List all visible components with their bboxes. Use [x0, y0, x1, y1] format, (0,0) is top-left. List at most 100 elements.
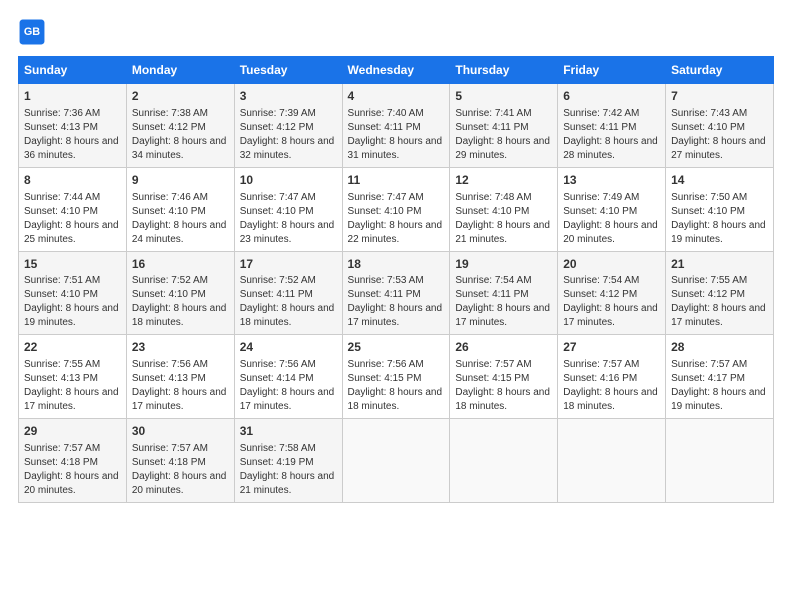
col-header-friday: Friday	[558, 57, 666, 84]
col-header-thursday: Thursday	[450, 57, 558, 84]
daylight: Daylight: 8 hours and 20 minutes.	[132, 471, 227, 496]
day-cell: 4Sunrise: 7:40 AMSunset: 4:11 PMDaylight…	[342, 84, 450, 168]
sunset: Sunset: 4:10 PM	[455, 206, 529, 217]
sunrise: Sunrise: 7:49 AM	[563, 192, 639, 203]
day-number: 9	[132, 172, 229, 189]
day-number: 10	[240, 172, 337, 189]
sunset: Sunset: 4:11 PM	[348, 122, 421, 133]
sunset: Sunset: 4:19 PM	[240, 457, 314, 468]
sunset: Sunset: 4:10 PM	[132, 289, 206, 300]
sunrise: Sunrise: 7:42 AM	[563, 108, 639, 119]
sunset: Sunset: 4:10 PM	[563, 206, 637, 217]
daylight: Daylight: 8 hours and 27 minutes.	[671, 136, 766, 161]
sunrise: Sunrise: 7:57 AM	[671, 359, 747, 370]
day-number: 15	[24, 256, 121, 273]
daylight: Daylight: 8 hours and 34 minutes.	[132, 136, 227, 161]
day-cell	[450, 419, 558, 503]
svg-text:GB: GB	[24, 26, 40, 38]
sunset: Sunset: 4:11 PM	[455, 122, 528, 133]
day-number: 1	[24, 88, 121, 105]
sunset: Sunset: 4:10 PM	[24, 206, 98, 217]
day-cell: 30Sunrise: 7:57 AMSunset: 4:18 PMDayligh…	[126, 419, 234, 503]
day-number: 20	[563, 256, 660, 273]
day-cell: 13Sunrise: 7:49 AMSunset: 4:10 PMDayligh…	[558, 167, 666, 251]
sunset: Sunset: 4:10 PM	[132, 206, 206, 217]
day-cell: 26Sunrise: 7:57 AMSunset: 4:15 PMDayligh…	[450, 335, 558, 419]
sunrise: Sunrise: 7:38 AM	[132, 108, 208, 119]
sunrise: Sunrise: 7:58 AM	[240, 443, 316, 454]
day-number: 17	[240, 256, 337, 273]
col-header-monday: Monday	[126, 57, 234, 84]
day-number: 13	[563, 172, 660, 189]
sunrise: Sunrise: 7:57 AM	[132, 443, 208, 454]
day-cell: 24Sunrise: 7:56 AMSunset: 4:14 PMDayligh…	[234, 335, 342, 419]
sunset: Sunset: 4:11 PM	[240, 289, 313, 300]
col-header-tuesday: Tuesday	[234, 57, 342, 84]
sunset: Sunset: 4:11 PM	[455, 289, 528, 300]
day-cell: 6Sunrise: 7:42 AMSunset: 4:11 PMDaylight…	[558, 84, 666, 168]
day-cell: 25Sunrise: 7:56 AMSunset: 4:15 PMDayligh…	[342, 335, 450, 419]
daylight: Daylight: 8 hours and 36 minutes.	[24, 136, 119, 161]
sunrise: Sunrise: 7:41 AM	[455, 108, 531, 119]
sunrise: Sunrise: 7:50 AM	[671, 192, 747, 203]
sunset: Sunset: 4:10 PM	[348, 206, 422, 217]
daylight: Daylight: 8 hours and 22 minutes.	[348, 220, 443, 245]
day-cell: 1Sunrise: 7:36 AMSunset: 4:13 PMDaylight…	[19, 84, 127, 168]
sunrise: Sunrise: 7:39 AM	[240, 108, 316, 119]
day-number: 25	[348, 339, 445, 356]
day-cell: 18Sunrise: 7:53 AMSunset: 4:11 PMDayligh…	[342, 251, 450, 335]
col-header-saturday: Saturday	[666, 57, 774, 84]
day-number: 29	[24, 423, 121, 440]
day-number: 2	[132, 88, 229, 105]
sunrise: Sunrise: 7:54 AM	[455, 275, 531, 286]
week-row-3: 15 Sunrise: 7:51 AM Sunset: 4:10 PM Dayligh…	[19, 251, 774, 335]
day-number: 24	[240, 339, 337, 356]
sunrise: Sunrise: 7:40 AM	[348, 108, 424, 119]
day-cell: 23Sunrise: 7:56 AMSunset: 4:13 PMDayligh…	[126, 335, 234, 419]
sunrise: Sunrise: 7:43 AM	[671, 108, 747, 119]
sunrise: Sunrise: 7:53 AM	[348, 275, 424, 286]
sunrise: Sunrise: 7:46 AM	[132, 192, 208, 203]
sunset: Sunset: 4:18 PM	[24, 457, 98, 468]
sunset: Sunset: 4:10 PM	[24, 289, 98, 300]
daylight: Daylight: 8 hours and 28 minutes.	[563, 136, 658, 161]
day-number: 26	[455, 339, 552, 356]
col-header-sunday: Sunday	[19, 57, 127, 84]
daylight: Daylight: 8 hours and 17 minutes.	[240, 387, 335, 412]
week-row-5: 29 Sunrise: 7:57 AM Sunset: 4:18 PM Dayligh…	[19, 419, 774, 503]
daylight: Daylight: 8 hours and 21 minutes.	[240, 471, 335, 496]
sunset: Sunset: 4:12 PM	[671, 289, 745, 300]
daylight: Daylight: 8 hours and 17 minutes.	[563, 303, 658, 328]
day-number: 12	[455, 172, 552, 189]
sunset: Sunset: 4:13 PM	[24, 373, 98, 384]
day-number: 7	[671, 88, 768, 105]
day-cell: 3Sunrise: 7:39 AMSunset: 4:12 PMDaylight…	[234, 84, 342, 168]
sunrise: Sunrise: 7:56 AM	[348, 359, 424, 370]
week-row-2: 8Sunrise: 7:44 AMSunset: 4:10 PMDaylight…	[19, 167, 774, 251]
sunrise: Sunrise: 7:56 AM	[240, 359, 316, 370]
day-cell: 14Sunrise: 7:50 AMSunset: 4:10 PMDayligh…	[666, 167, 774, 251]
day-number: 5	[455, 88, 552, 105]
daylight: Daylight: 8 hours and 18 minutes.	[348, 387, 443, 412]
sunset: Sunset: 4:17 PM	[671, 373, 745, 384]
sunrise: Sunrise: 7:47 AM	[240, 192, 316, 203]
day-number: 19	[455, 256, 552, 273]
sunset: Sunset: 4:12 PM	[563, 289, 637, 300]
sunrise: Sunrise: 7:57 AM	[563, 359, 639, 370]
day-cell	[558, 419, 666, 503]
day-cell: 2Sunrise: 7:38 AMSunset: 4:12 PMDaylight…	[126, 84, 234, 168]
day-number: 4	[348, 88, 445, 105]
day-cell: 7Sunrise: 7:43 AMSunset: 4:10 PMDaylight…	[666, 84, 774, 168]
sunset: Sunset: 4:13 PM	[132, 373, 206, 384]
daylight: Daylight: 8 hours and 20 minutes.	[24, 471, 119, 496]
header-row: SundayMondayTuesdayWednesdayThursdayFrid…	[19, 57, 774, 84]
sunrise: Sunrise: 7:51 AM	[24, 275, 100, 286]
day-cell: 21Sunrise: 7:55 AMSunset: 4:12 PMDayligh…	[666, 251, 774, 335]
day-cell: 17Sunrise: 7:52 AMSunset: 4:11 PMDayligh…	[234, 251, 342, 335]
day-number: 8	[24, 172, 121, 189]
week-row-1: 1Sunrise: 7:36 AMSunset: 4:13 PMDaylight…	[19, 84, 774, 168]
sunrise: Sunrise: 7:47 AM	[348, 192, 424, 203]
day-cell: 27Sunrise: 7:57 AMSunset: 4:16 PMDayligh…	[558, 335, 666, 419]
day-cell: 9Sunrise: 7:46 AMSunset: 4:10 PMDaylight…	[126, 167, 234, 251]
logo: GB	[18, 18, 50, 46]
